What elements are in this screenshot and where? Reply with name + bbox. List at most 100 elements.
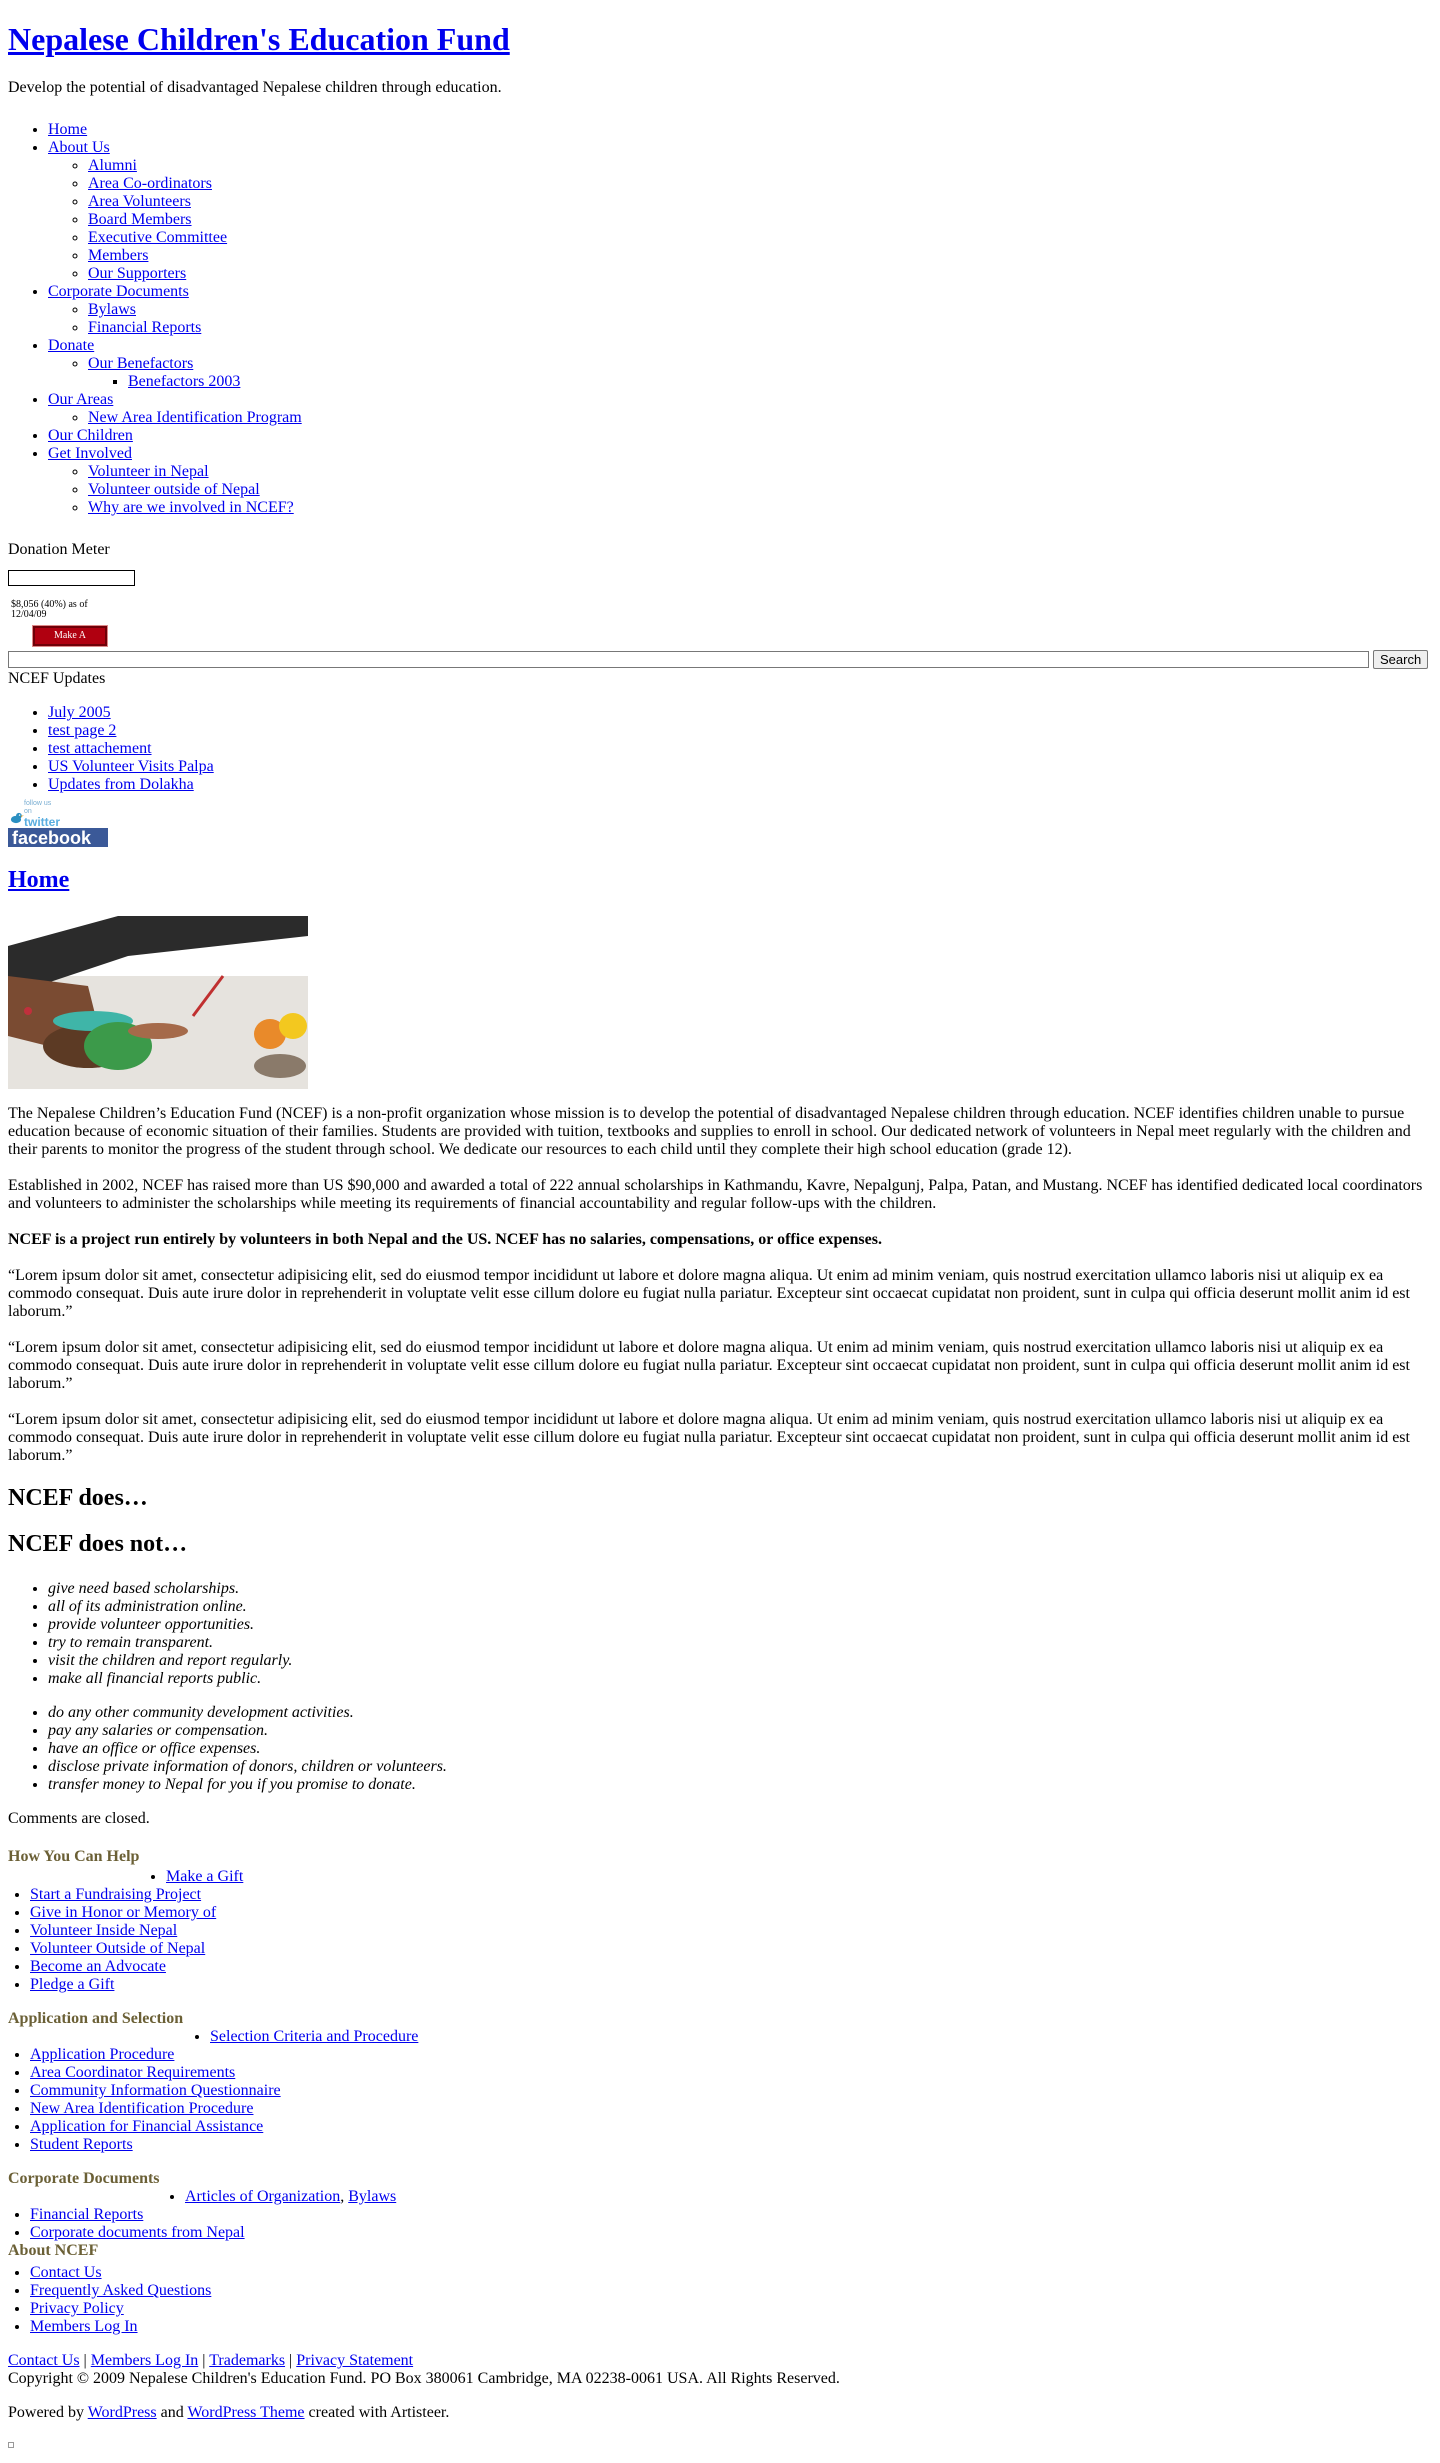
list-item: Privacy Policy — [30, 2300, 1432, 2318]
help-link[interactable]: Make a Gift — [166, 1868, 243, 1885]
footer-contact-link[interactable]: Contact Us — [8, 2352, 80, 2369]
list-item: Contact Us — [30, 2264, 1432, 2282]
about-link[interactable]: Contact Us — [30, 2264, 102, 2281]
list-item: do any other community development activ… — [48, 1704, 1432, 1722]
corporate-link[interactable]: Corporate documents from Nepal — [30, 2224, 245, 2241]
about-list: Contact Us Frequently Asked Questions Pr… — [8, 2264, 1432, 2336]
twitter-bird-icon — [10, 812, 24, 824]
nav-subitem: Area Co-ordinators — [88, 175, 1432, 193]
list-item: make all financial reports public. — [48, 1670, 1432, 1688]
site-title-link[interactable]: Nepalese Children's Education Fund — [8, 21, 510, 57]
list-item: Corporate documents from Nepal — [30, 2224, 1432, 2242]
widget-title-help: How You Can Help — [8, 1848, 140, 1865]
lorem-quote: “Lorem ipsum dolor sit amet, consectetur… — [8, 1267, 1410, 1320]
list-item: Volunteer Outside of Nepal — [30, 1940, 1432, 1958]
nav-link-donate[interactable]: Donate — [48, 337, 94, 354]
list-item: Financial Reports — [30, 2206, 1432, 2224]
updates-link[interactable]: Updates from Dolakha — [48, 776, 194, 793]
updates-link[interactable]: US Volunteer Visits Palpa — [48, 758, 214, 775]
updates-list: July 2005 test page 2 test attachement U… — [8, 704, 1432, 794]
nav-link-our-children[interactable]: Our Children — [48, 427, 133, 444]
site-title: Nepalese Children's Education Fund — [8, 21, 1432, 58]
nav-subitem: Financial Reports — [88, 319, 1432, 337]
nav-link-corporate-documents[interactable]: Corporate Documents — [48, 283, 189, 300]
list-item: Become an Advocate — [30, 1958, 1432, 1976]
nav-submenu-about: Alumni Area Co-ordinators Area Volunteer… — [48, 157, 1432, 283]
nav-link-area-coordinators[interactable]: Area Co-ordinators — [88, 175, 212, 192]
corp-list: Financial Reports Corporate documents fr… — [8, 2206, 1432, 2242]
application-link[interactable]: Application Procedure — [30, 2046, 174, 2063]
nav-link-our-areas[interactable]: Our Areas — [48, 391, 113, 408]
wordpress-theme-link[interactable]: WordPress Theme — [187, 2404, 304, 2421]
list-item: Pledge a Gift — [30, 1976, 1432, 1994]
lorem-quote: “Lorem ipsum dolor sit amet, consectetur… — [8, 1339, 1410, 1392]
list-item: provide volunteer opportunities. — [48, 1616, 1432, 1634]
application-link[interactable]: New Area Identification Procedure — [30, 2100, 253, 2117]
make-donation-button[interactable]: Make A Donation — [32, 625, 108, 657]
help-link[interactable]: Give in Honor or Memory of — [30, 1904, 216, 1921]
donation-meter-text-line2: 12/04/09 — [11, 609, 47, 620]
footer-trademarks-link[interactable]: Trademarks — [209, 2352, 285, 2369]
about-link[interactable]: Privacy Policy — [30, 2300, 124, 2317]
updates-link[interactable]: July 2005 — [48, 704, 111, 721]
about-link[interactable]: Members Log In — [30, 2318, 138, 2335]
list-item: Community Information Questionnaire — [30, 2082, 1432, 2100]
corporate-link[interactable]: Bylaws — [348, 2188, 396, 2205]
nav-link-executive-committee[interactable]: Executive Committee — [88, 229, 227, 246]
nav-link-board-members[interactable]: Board Members — [88, 211, 192, 228]
help-link[interactable]: Volunteer Outside of Nepal — [30, 1940, 205, 1957]
nav-link-home[interactable]: Home — [48, 121, 87, 138]
search-button[interactable]: Search — [1373, 649, 1429, 669]
list-item: Application for Financial Assistance — [30, 2118, 1432, 2136]
nav-link-get-involved[interactable]: Get Involved — [48, 445, 132, 462]
search-input[interactable] — [8, 650, 1369, 668]
corporate-link[interactable]: Financial Reports — [30, 2206, 143, 2223]
nav-link-benefactors-2003[interactable]: Benefactors 2003 — [128, 373, 240, 390]
corporate-link[interactable]: Articles of Organization — [185, 2188, 340, 2205]
application-link[interactable]: Community Information Questionnaire — [30, 2082, 281, 2099]
nav-item-about: About Us Alumni Area Co-ordinators Area … — [48, 139, 1432, 283]
application-link[interactable]: Area Coordinator Requirements — [30, 2064, 235, 2081]
updates-item: US Volunteer Visits Palpa — [48, 758, 1432, 776]
help-link[interactable]: Start a Fundraising Project — [30, 1886, 201, 1903]
footer-privacy-link[interactable]: Privacy Statement — [296, 2352, 413, 2369]
nav-link-bylaws[interactable]: Bylaws — [88, 301, 136, 318]
application-link[interactable]: Selection Criteria and Procedure — [210, 2028, 418, 2045]
facebook-badge[interactable]: facebook — [8, 828, 108, 848]
post-title-link[interactable]: Home — [8, 867, 69, 893]
nav-link-new-area[interactable]: New Area Identification Program — [88, 409, 302, 426]
lorem-quote: “Lorem ipsum dolor sit amet, consectetur… — [8, 1411, 1410, 1464]
application-link[interactable]: Student Reports — [30, 2136, 133, 2153]
nav-subitem: Volunteer in Nepal — [88, 463, 1432, 481]
updates-link[interactable]: test page 2 — [48, 722, 116, 739]
nav-subitem: Executive Committee — [88, 229, 1432, 247]
application-link[interactable]: Application for Financial Assistance — [30, 2118, 263, 2135]
footer-login-link[interactable]: Members Log In — [91, 2352, 199, 2369]
about-link[interactable]: Frequently Asked Questions — [30, 2282, 211, 2299]
nav-link-area-volunteers[interactable]: Area Volunteers — [88, 193, 191, 210]
wordpress-link[interactable]: WordPress — [88, 2404, 157, 2421]
help-link[interactable]: Volunteer Inside Nepal — [30, 1922, 177, 1939]
nav-link-our-benefactors[interactable]: Our Benefactors — [88, 355, 193, 372]
nav-link-volunteer-outside[interactable]: Volunteer outside of Nepal — [88, 481, 260, 498]
nav-link-about[interactable]: About Us — [48, 139, 110, 156]
donation-meter-text: $8,056 (40%) as of 12/04/09 — [11, 600, 1432, 620]
help-first-list: Make a Gift — [8, 1868, 1432, 1886]
list-item: Start a Fundraising Project — [30, 1886, 1432, 1904]
nav-link-volunteer-nepal[interactable]: Volunteer in Nepal — [88, 463, 209, 480]
nav-link-financial-reports[interactable]: Financial Reports — [88, 319, 201, 336]
list-item: visit the children and report regularly. — [48, 1652, 1432, 1670]
nav-link-why-involved[interactable]: Why are we involved in NCEF? — [88, 499, 294, 516]
updates-link[interactable]: test attachement — [48, 740, 152, 757]
nav-link-alumni[interactable]: Alumni — [88, 157, 137, 174]
list-item: Make a Gift — [166, 1868, 1432, 1886]
nav-item-home: Home — [48, 121, 1432, 139]
twitter-follow-badge[interactable]: follow us on twitter — [8, 800, 60, 828]
nav-link-our-supporters[interactable]: Our Supporters — [88, 265, 186, 282]
footer: Contact Us | Members Log In | Trademarks… — [8, 2352, 1432, 2448]
help-link[interactable]: Pledge a Gift — [30, 1976, 114, 1993]
nav-link-members[interactable]: Members — [88, 247, 148, 264]
corp-first-list: Articles of Organization, Bylaws — [8, 2188, 1432, 2206]
help-link[interactable]: Become an Advocate — [30, 1958, 166, 1975]
footer-widgets: How You Can Help Make a Gift Start a Fun… — [8, 1848, 1432, 2336]
